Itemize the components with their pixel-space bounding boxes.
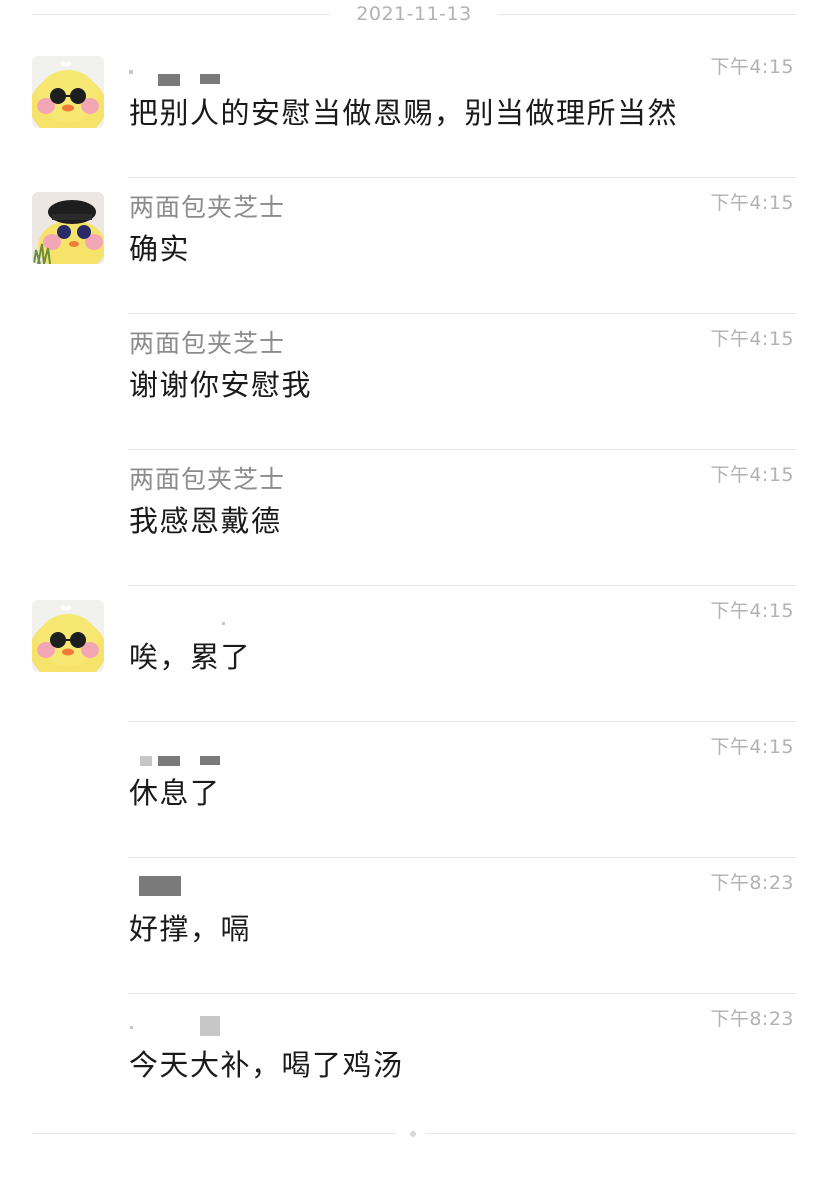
message-sender[interactable]: 两面包夹芝士 — [129, 324, 285, 360]
message-text[interactable]: 把别人的安慰当做恩赐，别当做理所当然 — [129, 90, 678, 132]
end-separator-line-right — [426, 1133, 796, 1134]
message-sender[interactable]: 两面包夹芝士 — [129, 188, 285, 224]
avatar-yellow-duck[interactable] — [32, 600, 104, 672]
message-time: 下午4:15 — [710, 464, 794, 486]
masked-name-fragment — [222, 622, 225, 625]
end-separator — [32, 1126, 796, 1142]
end-separator-dot-icon — [410, 1131, 416, 1137]
message-text[interactable]: 今天大补，喝了鸡汤 — [129, 1042, 404, 1084]
message-text[interactable]: 唉，累了 — [129, 634, 251, 676]
message-item[interactable]: 下午4:15 把别人的安慰当做恩赐，别当做理所当然 — [0, 42, 828, 178]
masked-name-fragment — [200, 1016, 220, 1036]
masked-name-fragment — [200, 74, 220, 84]
masked-name-fragment — [200, 756, 220, 765]
message-time: 下午4:15 — [710, 736, 794, 758]
message-item[interactable]: 两面包夹芝士 下午4:15 谢谢你安慰我 — [0, 314, 828, 450]
masked-name-fragment — [158, 74, 180, 86]
date-separator-line-left — [32, 14, 330, 15]
message-text[interactable]: 谢谢你安慰我 — [129, 362, 312, 404]
message-item[interactable]: 下午4:15 休息了 — [0, 722, 828, 858]
message-item[interactable]: 下午8:23 好撑，嗝 — [0, 858, 828, 994]
masked-name-fragment — [140, 756, 152, 766]
message-time: 下午4:15 — [710, 600, 794, 622]
message-text[interactable]: 我感恩戴德 — [129, 498, 282, 540]
masked-name-fragment — [130, 1026, 133, 1029]
message-item[interactable]: 下午8:23 今天大补，喝了鸡汤 — [0, 994, 828, 1130]
avatar-yellow-duck[interactable] — [32, 56, 104, 128]
message-time: 下午8:23 — [710, 872, 794, 894]
yellow-duck-avatar-icon — [32, 600, 104, 672]
masked-name-fragment — [139, 876, 181, 896]
message-text[interactable]: 休息了 — [129, 770, 221, 812]
date-separator-line-right — [498, 14, 796, 15]
message-text[interactable]: 确实 — [129, 226, 190, 268]
message-item[interactable]: 两面包夹芝士 下午4:15 确实 — [0, 178, 828, 314]
message-time: 下午4:15 — [710, 328, 794, 350]
message-sender[interactable]: 两面包夹芝士 — [129, 460, 285, 496]
duck-with-hat-avatar-icon — [32, 192, 104, 264]
masked-name-fragment — [129, 70, 133, 74]
masked-name-fragment — [158, 756, 180, 766]
avatar-duck-with-hat[interactable] — [32, 192, 104, 264]
message-text[interactable]: 好撑，嗝 — [129, 906, 251, 948]
message-time: 下午8:23 — [710, 1008, 794, 1030]
date-separator-text: 2021-11-13 — [356, 3, 472, 25]
end-separator-line-left — [32, 1133, 396, 1134]
message-item[interactable]: 两面包夹芝士 下午4:15 我感恩戴德 — [0, 450, 828, 586]
message-time: 下午4:15 — [710, 56, 794, 78]
date-separator: 2021-11-13 — [32, 0, 796, 28]
message-item[interactable]: 下午4:15 唉，累了 — [0, 586, 828, 722]
message-time: 下午4:15 — [710, 192, 794, 214]
yellow-duck-avatar-icon — [32, 56, 104, 128]
